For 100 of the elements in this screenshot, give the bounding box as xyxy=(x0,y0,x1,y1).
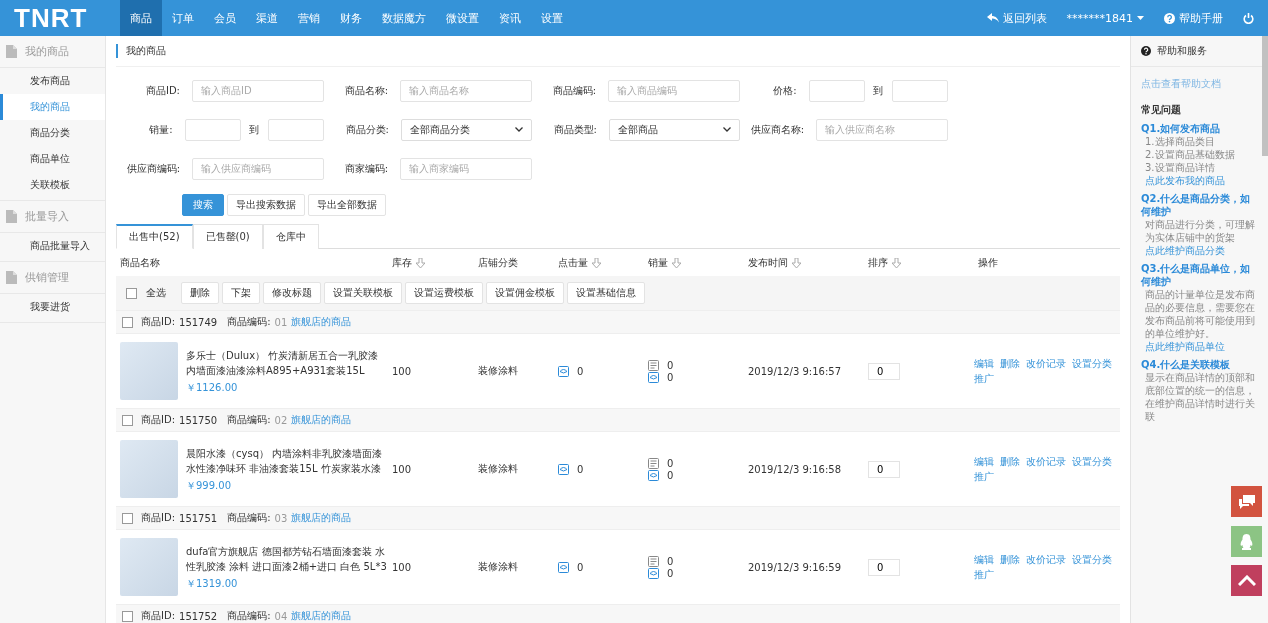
nav-tab[interactable]: 商品 xyxy=(120,0,162,36)
stock-value: 100 xyxy=(391,365,413,377)
range-max-field[interactable] xyxy=(892,79,948,102)
sort-order-field[interactable]: 0 xyxy=(868,558,900,576)
row-action-link[interactable]: 设置分类 xyxy=(1072,454,1112,469)
sidebar-item[interactable]: 商品分类 xyxy=(0,120,105,146)
batch-action-button[interactable]: 修改标题 xyxy=(263,282,321,304)
sort-order-field[interactable]: 0 xyxy=(868,460,900,478)
nav-tab[interactable]: 数据魔方 xyxy=(372,0,436,36)
help-link[interactable]: 帮助手册 xyxy=(1164,10,1223,26)
nav-tab[interactable]: 订单 xyxy=(162,0,204,36)
sort-arrow-icon[interactable] xyxy=(672,257,681,268)
column-header[interactable]: 库存 xyxy=(388,249,474,276)
row-action-link[interactable]: 编辑 xyxy=(974,552,994,567)
chat-button[interactable] xyxy=(1231,486,1262,517)
back-link[interactable]: 返回列表 xyxy=(986,10,1047,26)
sort-arrow-icon[interactable] xyxy=(592,257,601,268)
row-action-link[interactable]: 推广 xyxy=(974,469,994,484)
row-action-link[interactable]: 编辑 xyxy=(974,356,994,371)
sidebar-item[interactable]: 商品批量导入 xyxy=(0,233,105,259)
row-action-link[interactable]: 删除 xyxy=(1000,454,1020,469)
filter-input-field[interactable]: 输入供应商编码 xyxy=(192,157,324,180)
checkbox[interactable] xyxy=(122,414,133,426)
row-action-link[interactable]: 改价记录 xyxy=(1026,552,1066,567)
tab[interactable]: 出售中(52) xyxy=(116,224,193,249)
column-header[interactable]: 销量 xyxy=(644,249,744,276)
tab[interactable]: 已售罄(0) xyxy=(192,224,263,249)
batch-action-button[interactable]: 设置关联模板 xyxy=(324,282,402,304)
range-min-field[interactable] xyxy=(808,79,865,102)
row-action-link[interactable]: 删除 xyxy=(1000,356,1020,371)
sidebar-item[interactable]: 商品单位 xyxy=(0,146,105,172)
eye-chart-icon xyxy=(558,463,569,475)
product-id-label: 商品ID: xyxy=(141,609,176,623)
product-name[interactable]: dufa官方旗舰店 德国都芳钻石墙面漆套装 水性乳胶漆 涂料 进口面漆2桶+进口 白色 5L*3 xyxy=(186,543,388,574)
store-link[interactable]: 旗舰店的商品 xyxy=(291,609,352,623)
column-header[interactable]: 排序 xyxy=(864,249,974,276)
faq-link[interactable]: 点此维护商品分类 xyxy=(1141,244,1260,257)
power-icon[interactable] xyxy=(1243,12,1254,24)
nav-tab[interactable]: 会员 xyxy=(204,0,246,36)
filter-input-field[interactable]: 输入供应商名称 xyxy=(816,118,948,141)
nav-tab[interactable]: 设置 xyxy=(531,0,573,36)
help-doc-link[interactable]: 点击查看帮助文档 xyxy=(1141,77,1260,91)
row-action-link[interactable]: 删除 xyxy=(1000,552,1020,567)
sidebar-item[interactable]: 我的商品 xyxy=(0,94,105,120)
checkbox[interactable] xyxy=(126,287,137,299)
row-action-link[interactable]: 设置分类 xyxy=(1072,356,1112,371)
nav-tab[interactable]: 财务 xyxy=(330,0,372,36)
sidebar-item[interactable]: 关联模板 xyxy=(0,172,105,198)
row-action-link[interactable]: 推广 xyxy=(974,567,994,582)
row-action-link[interactable]: 编辑 xyxy=(974,454,994,469)
sort-arrow-icon[interactable] xyxy=(416,257,425,268)
filter-input-field[interactable]: 输入商品ID xyxy=(192,79,324,102)
checkbox[interactable] xyxy=(122,512,133,524)
faq-link[interactable]: 点此发布我的商品 xyxy=(1141,174,1260,187)
row-action-link[interactable]: 改价记录 xyxy=(1026,356,1066,371)
range-min-field[interactable] xyxy=(184,118,241,141)
range-separator: 到 xyxy=(248,122,261,137)
user-menu[interactable]: *******1841 xyxy=(1066,11,1144,25)
row-action-link[interactable]: 设置分类 xyxy=(1072,552,1112,567)
nav-tab[interactable]: 渠道 xyxy=(246,0,288,36)
store-link[interactable]: 旗舰店的商品 xyxy=(291,315,352,329)
row-action-link[interactable]: 推广 xyxy=(974,371,994,386)
scrollbar-thumb[interactable] xyxy=(1262,36,1268,156)
nav-tab[interactable]: 营销 xyxy=(288,0,330,36)
batch-action-button[interactable]: 设置基础信息 xyxy=(567,282,645,304)
qq-button[interactable] xyxy=(1231,526,1262,557)
product-name[interactable]: 晨阳水漆（cysq） 内墙涂料非乳胶漆墙面漆水性漆净味环 非油漆套装15L 竹炭家装水漆 xyxy=(186,445,388,476)
store-link[interactable]: 旗舰店的商品 xyxy=(291,511,352,525)
store-link[interactable]: 旗舰店的商品 xyxy=(291,413,352,427)
sidebar-item[interactable]: 发布商品 xyxy=(0,68,105,94)
dropdown-field[interactable]: 全部商品分类 xyxy=(400,118,532,141)
checkbox[interactable] xyxy=(122,610,133,622)
faq-answer: 商品的计量单位是发布商品的必要信息，需要您在发布商品前将可能使用到的单位维护好。 xyxy=(1144,288,1256,340)
filter-input-field[interactable]: 输入商品名称 xyxy=(400,79,532,102)
export-button[interactable]: 导出搜索数据 xyxy=(227,194,305,216)
batch-action-button[interactable]: 下架 xyxy=(222,282,260,304)
batch-action-button[interactable]: 删除 xyxy=(181,282,219,304)
nav-tab[interactable]: 资讯 xyxy=(489,0,531,36)
back-to-top-button[interactable] xyxy=(1231,565,1262,596)
batch-action-button[interactable]: 设置佣金模板 xyxy=(486,282,564,304)
checkbox[interactable] xyxy=(122,316,133,328)
export-button[interactable]: 导出全部数据 xyxy=(308,194,386,216)
column-header[interactable]: 发布时间 xyxy=(744,249,864,276)
nav-tab[interactable]: 微设置 xyxy=(436,0,489,36)
faq-link[interactable]: 点此维护商品单位 xyxy=(1141,340,1260,353)
search-button[interactable]: 搜索 xyxy=(182,194,224,216)
column-header[interactable]: 点击量 xyxy=(554,249,644,276)
help-panel-title: 帮助和服务 xyxy=(1157,44,1207,58)
filter-input-field[interactable]: 输入商品编码 xyxy=(608,79,740,102)
filter-input-field[interactable]: 输入商家编码 xyxy=(400,157,532,180)
dropdown-field[interactable]: 全部商品 xyxy=(608,118,740,141)
row-action-link[interactable]: 改价记录 xyxy=(1026,454,1066,469)
sidebar-item[interactable]: 我要进货 xyxy=(0,294,105,320)
sort-arrow-icon[interactable] xyxy=(792,257,801,268)
sort-arrow-icon[interactable] xyxy=(892,257,901,268)
tab[interactable]: 仓库中 xyxy=(262,224,319,249)
sort-order-field[interactable]: 0 xyxy=(868,362,900,380)
batch-action-button[interactable]: 设置运费模板 xyxy=(405,282,483,304)
product-name[interactable]: 多乐士（Dulux） 竹炭清新居五合一乳胶漆内墙面漆油漆涂料A895+A931套装15L xyxy=(186,347,388,378)
range-max-field[interactable] xyxy=(268,118,324,141)
